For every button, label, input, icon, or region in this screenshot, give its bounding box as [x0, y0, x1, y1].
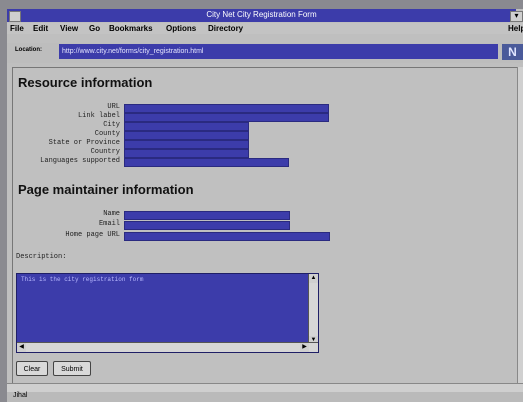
link-label-field[interactable]: [124, 113, 329, 122]
status-bar: Jihal: [7, 392, 523, 402]
location-label: Location:: [15, 47, 42, 53]
country-field[interactable]: [124, 149, 249, 158]
scroll-left-icon[interactable]: ◀: [17, 343, 26, 352]
languages-label: Languages supported: [40, 157, 120, 165]
link-label-label: Link label: [77, 112, 120, 120]
county-field[interactable]: [124, 131, 249, 140]
menu-directory[interactable]: Directory: [208, 24, 243, 33]
page-horizontal-scrollbar[interactable]: [7, 383, 523, 392]
menu-options[interactable]: Options: [166, 24, 196, 33]
netscape-logo-icon: N: [502, 44, 523, 60]
window-title: City Net City Registration Form: [206, 10, 317, 19]
name-label: Name: [103, 210, 120, 218]
submit-button[interactable]: Submit: [53, 361, 91, 376]
city-label: City: [103, 121, 120, 129]
county-label: County: [94, 130, 120, 138]
location-input[interactable]: http://www.city.net/forms/city_registrat…: [59, 44, 498, 59]
scroll-right-icon[interactable]: ▶: [300, 343, 309, 352]
textarea-horizontal-scrollbar[interactable]: ◀ ▶: [17, 342, 318, 352]
menu-edit[interactable]: Edit: [33, 24, 48, 33]
description-label: Description:: [16, 253, 67, 261]
languages-field[interactable]: [124, 158, 289, 167]
menu-bookmarks[interactable]: Bookmarks: [109, 24, 153, 33]
email-field[interactable]: [124, 221, 290, 230]
homepage-label: Home page URL: [65, 231, 120, 239]
page-vertical-scrollbar[interactable]: [517, 67, 523, 383]
url-field[interactable]: [124, 104, 329, 113]
location-bar: Location: http://www.city.net/forms/city…: [7, 43, 523, 63]
state-label: State or Province: [48, 139, 120, 147]
resource-heading: Resource information: [18, 75, 153, 90]
title-bar: City Net City Registration Form ▾: [7, 9, 523, 22]
menu-go[interactable]: Go: [89, 24, 100, 33]
maintainer-heading: Page maintainer information: [18, 182, 194, 197]
clear-button[interactable]: Clear: [16, 361, 48, 376]
menu-view[interactable]: View: [60, 24, 78, 33]
city-field[interactable]: [124, 122, 249, 131]
url-label: URL: [107, 103, 120, 111]
menu-help[interactable]: Help: [508, 24, 523, 33]
state-field[interactable]: [124, 140, 249, 149]
country-label: Country: [90, 148, 120, 156]
name-field[interactable]: [124, 211, 290, 220]
email-label: Email: [98, 220, 120, 228]
homepage-field[interactable]: [124, 232, 330, 241]
description-text: This is the city registration form: [21, 276, 144, 283]
browser-window: City Net City Registration Form ▾ File E…: [7, 9, 523, 402]
scroll-up-icon[interactable]: ▲: [309, 274, 318, 283]
description-textarea[interactable]: This is the city registration form ▲ ▼ ◀…: [16, 273, 319, 353]
minimize-icon[interactable]: ▾: [510, 11, 523, 22]
status-text: Jihal: [13, 392, 28, 399]
menu-file[interactable]: File: [10, 24, 24, 33]
textarea-vertical-scrollbar[interactable]: ▲ ▼: [308, 274, 318, 345]
menu-bar: File Edit View Go Bookmarks Options Dire…: [7, 23, 523, 34]
